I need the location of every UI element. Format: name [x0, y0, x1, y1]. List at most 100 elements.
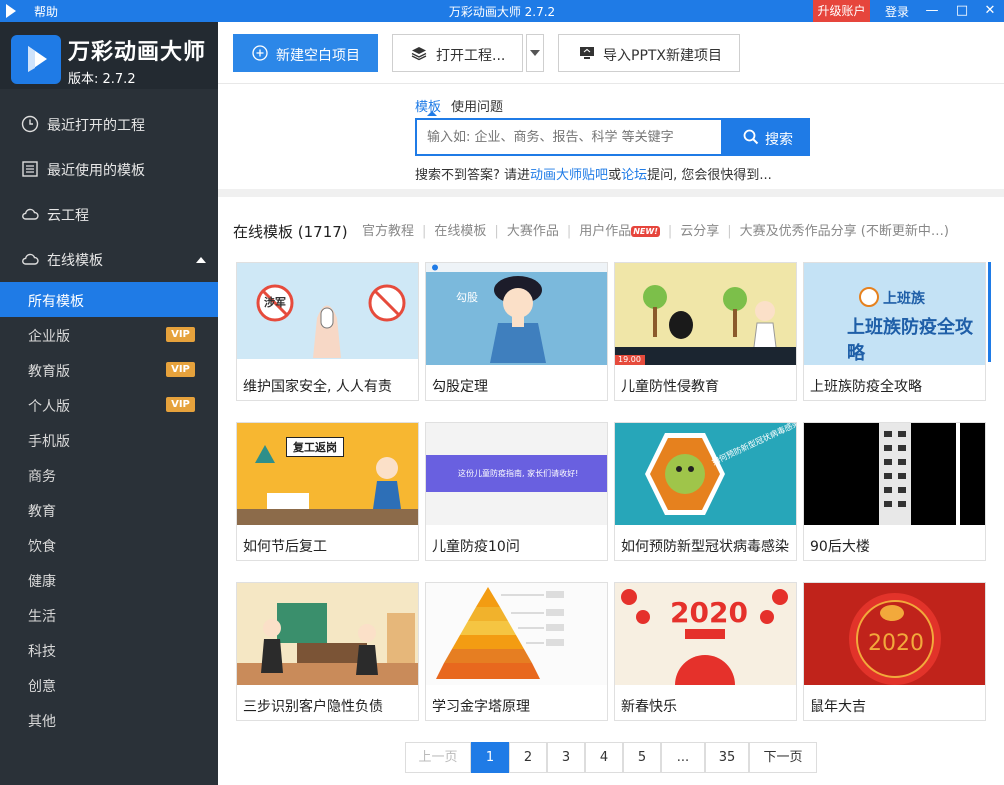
template-card[interactable]: 90后大楼 [803, 422, 986, 561]
tab-contest-share[interactable]: 大赛及优秀作品分享 (不断更新中…) [740, 224, 949, 239]
login-button[interactable]: 登录 [885, 3, 909, 20]
tab-online-templates[interactable]: 在线模板 [434, 224, 486, 239]
nav-label: 在线模板 [47, 253, 103, 269]
template-card[interactable]: 勾股 勾股定理 [425, 262, 608, 401]
nav-cloud-projects[interactable]: 云工程 [0, 192, 218, 236]
prev-page-button[interactable]: 上一页 [405, 742, 471, 773]
search-input[interactable] [417, 120, 722, 154]
new-blank-project-button[interactable]: 新建空白项目 [233, 34, 378, 72]
page-5-button[interactable]: 5 [623, 742, 661, 773]
thumbnail-text: 上班族 [883, 291, 925, 307]
template-title: 90后大楼 [810, 539, 870, 555]
template-title: 新春快乐 [621, 699, 677, 715]
tab-usage-questions[interactable]: 使用问题 [451, 96, 503, 115]
template-card[interactable]: 2020 鼠年大吉 [803, 582, 986, 721]
sub-other[interactable]: 其他 [0, 702, 218, 737]
sub-education[interactable]: 教育 [0, 492, 218, 527]
scrollbar-thumb[interactable] [988, 262, 991, 362]
page-1-button[interactable]: 1 [471, 742, 509, 773]
template-card[interactable]: 2020 新春快乐 [614, 582, 797, 721]
open-project-button[interactable]: 打开工程... [392, 34, 523, 72]
template-thumbnail: 如何预防新型冠状病毒感染 [615, 423, 796, 525]
search-area: 模板 使用问题 搜索 搜索不到答案? 请进动画大师贴吧或论坛提问, 您会很快得到… [218, 84, 1004, 189]
template-title: 维护国家安全, 人人有责 [243, 379, 392, 395]
page-3-button[interactable]: 3 [547, 742, 585, 773]
sub-personal[interactable]: 个人版 VIP [0, 387, 218, 422]
tab-separator: | [422, 224, 427, 239]
nav-recent-projects[interactable]: 最近打开的工程 [0, 102, 218, 146]
tab-contest-works[interactable]: 大赛作品 [507, 224, 559, 239]
import-button-label: 导入PPTX新建项目 [603, 48, 723, 64]
sub-label: 健康 [28, 574, 56, 590]
template-thumbnail: 2020 [804, 583, 985, 685]
toolbar: 新建空白项目 打开工程... 导入PPTX新建项目 [218, 22, 1004, 84]
next-page-button[interactable]: 下一页 [749, 742, 817, 773]
template-thumbnail [426, 583, 607, 685]
template-thumbnail [804, 423, 985, 525]
template-thumbnail: 勾股 [426, 263, 607, 365]
sub-business[interactable]: 商务 [0, 457, 218, 492]
forum-link[interactable]: 论坛 [621, 168, 647, 183]
page-35-button[interactable]: 35 [705, 742, 749, 773]
open-dropdown-button[interactable] [526, 34, 544, 72]
active-tab-caret [427, 111, 437, 116]
thumbnail-text: 2020 [670, 596, 748, 629]
template-title: 儿童防疫10问 [432, 539, 520, 555]
template-title: 如何预防新型冠状病毒感染 [621, 539, 789, 555]
import-pptx-button[interactable]: 导入PPTX新建项目 [558, 34, 740, 72]
template-title: 如何节后复工 [243, 539, 327, 555]
list-icon [22, 161, 38, 177]
thumbnail-text: 2020 [868, 631, 924, 656]
sub-food[interactable]: 饮食 [0, 527, 218, 562]
sub-label: 教育 [28, 504, 56, 520]
sub-mobile[interactable]: 手机版 [0, 422, 218, 457]
sub-label: 手机版 [28, 434, 70, 450]
page-2-button[interactable]: 2 [509, 742, 547, 773]
sub-life[interactable]: 生活 [0, 597, 218, 632]
help-menu[interactable]: 帮助 [34, 3, 58, 20]
search-button[interactable]: 搜索 [721, 120, 810, 154]
forum-bar-link[interactable]: 动画大师贴吧 [530, 168, 608, 183]
template-card[interactable]: 上班族 上班族防疫全攻略 上班族防疫全攻略 [803, 262, 986, 401]
maximize-icon[interactable]: □ [950, 0, 974, 22]
tab-cloud-share[interactable]: 云分享 [680, 224, 719, 239]
minimize-icon[interactable]: — [920, 0, 944, 22]
sub-creative[interactable]: 创意 [0, 667, 218, 702]
category-title: 在线模板 (1717) [233, 223, 348, 241]
template-thumbnail: 这份儿童防疫指南, 家长们请收好! [426, 423, 607, 525]
template-card[interactable]: 学习金字塔原理 [425, 582, 608, 721]
sub-tech[interactable]: 科技 [0, 632, 218, 667]
sub-enterprise[interactable]: 企业版 VIP [0, 317, 218, 352]
divider [218, 189, 1004, 197]
cloud-icon [22, 253, 39, 265]
tab-official-tutorials[interactable]: 官方教程 [362, 224, 414, 239]
sub-label: 科技 [28, 644, 56, 660]
vip-badge: VIP [166, 362, 195, 377]
tab-user-works[interactable]: 用户作品 [579, 224, 631, 239]
template-card[interactable]: 这份儿童防疫指南, 家长们请收好! 儿童防疫10问 [425, 422, 608, 561]
collapse-arrow-icon[interactable] [196, 257, 206, 263]
close-icon[interactable]: ✕ [978, 0, 1002, 22]
upgrade-account-button[interactable]: 升级账户 [813, 0, 870, 22]
search-box: 搜索 [415, 118, 810, 156]
brand-header: 万彩动画大师 版本: 2.7.2 [0, 22, 218, 89]
template-card[interactable]: 复工返岗 如何节后复工 [236, 422, 419, 561]
template-card[interactable]: 如何预防新型冠状病毒感染 如何预防新型冠状病毒感染 [614, 422, 797, 561]
sub-health[interactable]: 健康 [0, 562, 218, 597]
sub-all-templates[interactable]: 所有模板 [0, 282, 218, 317]
tab-separator: | [667, 224, 673, 239]
template-card[interactable]: 涉军 维护国家安全, 人人有责 [236, 262, 419, 401]
hint-text: 提问, 您会很快得到... [647, 168, 772, 183]
category-tabs: 官方教程 | 在线模板 | 大赛作品 | 用户作品 NEW! | 云分享 | 大赛及优秀作品分享 (不… [362, 222, 992, 242]
sub-label: 其他 [28, 714, 56, 730]
template-card[interactable]: 19.00 儿童防性侵教育 [614, 262, 797, 401]
thumbnail-text: 涉军 [264, 296, 286, 309]
sub-label: 所有模板 [28, 294, 84, 310]
nav-online-templates[interactable]: 在线模板 [0, 237, 218, 281]
template-card[interactable]: 三步识别客户隐性负债 [236, 582, 419, 721]
nav-recent-templates[interactable]: 最近使用的模板 [0, 147, 218, 191]
sub-education-edition[interactable]: 教育版 VIP [0, 352, 218, 387]
template-gallery: 在线模板 (1717) 官方教程 | 在线模板 | 大赛作品 | 用户作品 NEW! | 云分享 |… [218, 197, 1004, 785]
template-title: 儿童防性侵教育 [621, 379, 719, 395]
page-4-button[interactable]: 4 [585, 742, 623, 773]
